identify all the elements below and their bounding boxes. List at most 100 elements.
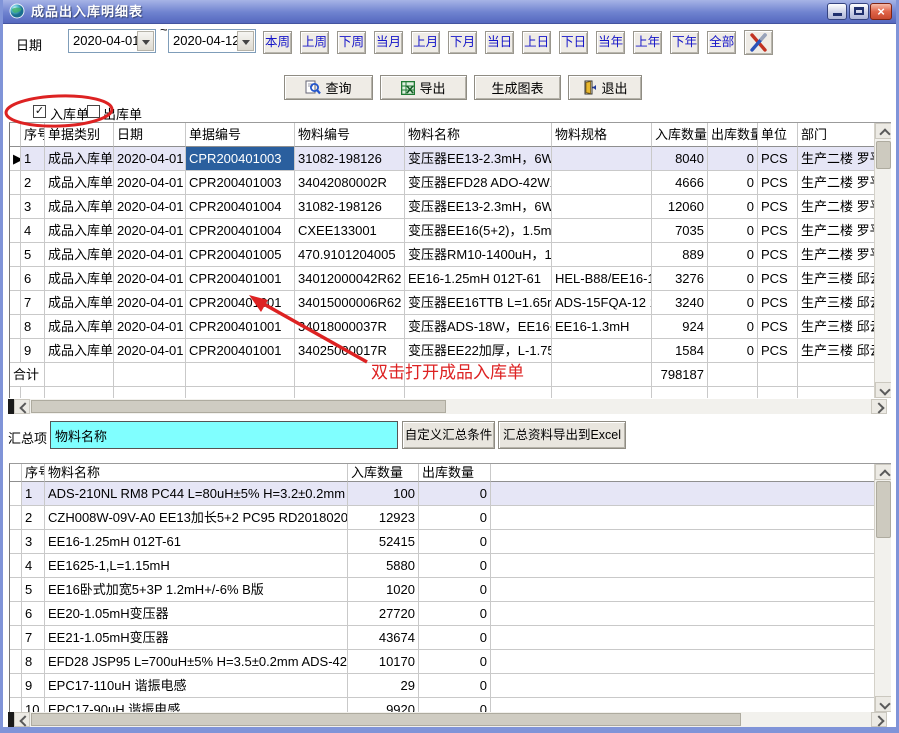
range-button[interactable]: 上日: [522, 31, 551, 54]
range-button[interactable]: 下日: [559, 31, 588, 54]
scroll-right-icon[interactable]: [871, 712, 887, 727]
range-button[interactable]: 当年: [596, 31, 625, 54]
close-button[interactable]: ×: [870, 3, 892, 20]
table-cell: 7: [21, 291, 45, 315]
scroll-left-icon[interactable]: [14, 399, 30, 414]
table-cell: [552, 171, 652, 195]
table-cell: 0: [419, 482, 491, 506]
range-button[interactable]: 下周: [337, 31, 366, 54]
table-cell: [491, 674, 875, 698]
chevron-down-icon[interactable]: [137, 31, 154, 51]
export-button[interactable]: 导出: [380, 75, 467, 100]
chevron-down-icon[interactable]: [237, 31, 254, 51]
export-button-label: 导出: [419, 78, 445, 97]
table-cell: 0: [708, 315, 758, 339]
summary-field-input[interactable]: [50, 421, 398, 449]
scrollbar-thumb[interactable]: [876, 481, 891, 538]
empty-cell: [758, 387, 798, 398]
table-row[interactable]: 9成品入库单2020-04-01CPR20040100134025000017R…: [10, 339, 875, 363]
exit-button[interactable]: 退出: [568, 75, 642, 100]
table-cell: PCS: [758, 171, 798, 195]
scrollbar-thumb[interactable]: [31, 713, 741, 726]
scroll-left-icon[interactable]: [14, 712, 30, 727]
minimize-button[interactable]: [827, 3, 847, 20]
table-header-row: 序号物料名称入库数量出库数量: [10, 464, 875, 482]
table-cell: 2020-04-01: [114, 267, 186, 291]
scroll-right-icon[interactable]: [871, 399, 887, 414]
range-button[interactable]: 下年: [670, 31, 699, 54]
table-cell: 0: [419, 674, 491, 698]
range-button[interactable]: 本周: [263, 31, 292, 54]
table-row[interactable]: 7EE21-1.05mH变压器436740: [10, 626, 875, 650]
table-cell: [491, 530, 875, 554]
table-row[interactable]: 8EFD28 JSP95 L=700uH±5% H=3.5±0.2mm ADS-…: [10, 650, 875, 674]
scrollbar-thumb[interactable]: [876, 141, 891, 169]
detail-table-horizontal-scrollbar[interactable]: [8, 399, 887, 414]
table-cell: [552, 243, 652, 267]
table-row[interactable]: 2CZH008W-09V-A0 EE13加长5+2 PC95 RD2018020…: [10, 506, 875, 530]
table-row[interactable]: 3成品入库单2020-04-01CPR20040100431082-198126…: [10, 195, 875, 219]
table-row[interactable]: 8成品入库单2020-04-01CPR20040100134018000037R…: [10, 315, 875, 339]
scroll-up-icon[interactable]: [875, 464, 891, 480]
date-from-combobox[interactable]: 2020-04-01: [68, 29, 156, 53]
range-button[interactable]: 当月: [374, 31, 403, 54]
range-button[interactable]: 当日: [485, 31, 514, 54]
range-button[interactable]: 上年: [633, 31, 662, 54]
custom-summary-button[interactable]: 自定义汇总条件: [402, 421, 495, 449]
query-button[interactable]: 查询: [284, 75, 373, 100]
table-cell: HEL-B88/EE16-12: [552, 267, 652, 291]
table-cell: 变压器EE22加厚，L-1.75m: [405, 339, 552, 363]
date-tools-button[interactable]: [744, 30, 773, 55]
table-row[interactable]: 1ADS-210NL RM8 PC44 L=80uH±5% H=3.2±0.2m…: [10, 482, 875, 506]
table-row[interactable]: 4成品入库单2020-04-01CPR200401004CXEE133001变压…: [10, 219, 875, 243]
table-row[interactable]: 7成品入库单2020-04-01CPR20040100134015000006R…: [10, 291, 875, 315]
empty-cell: [186, 387, 295, 398]
table-cell: CPR200401001: [186, 315, 295, 339]
table-cell: 0: [419, 554, 491, 578]
scroll-down-icon[interactable]: [875, 382, 891, 398]
range-button[interactable]: 下月: [448, 31, 477, 54]
detail-table-vertical-scrollbar[interactable]: [874, 123, 891, 398]
column-header: 出库数量: [419, 464, 491, 482]
table-cell: [552, 147, 652, 171]
summary-table-vertical-scrollbar[interactable]: [874, 464, 891, 712]
table-row[interactable]: 4EE1625-1,L=1.15mH58800: [10, 554, 875, 578]
table-cell: 470.9101204005: [295, 243, 405, 267]
table-cell: CPR200401004: [186, 195, 295, 219]
summary-table-horizontal-scrollbar[interactable]: [8, 712, 887, 727]
scroll-up-icon[interactable]: [875, 123, 891, 139]
date-to-combobox[interactable]: 2020-04-12: [168, 29, 256, 53]
table-cell: 8: [22, 650, 45, 674]
table-row[interactable]: 6成品入库单2020-04-01CPR20040100134012000042R…: [10, 267, 875, 291]
table-cell: 0: [419, 626, 491, 650]
table-row[interactable]: 2成品入库单2020-04-01CPR20040100334042080002R…: [10, 171, 875, 195]
table-row[interactable]: 5EE16卧式加宽5+3P 1.2mH+/-6% B版10200: [10, 578, 875, 602]
table-row[interactable]: 10EPC17-90uH 谐振电感99200: [10, 698, 875, 712]
range-button[interactable]: 全部: [707, 31, 736, 54]
table-cell: 0: [708, 267, 758, 291]
scrollbar-thumb[interactable]: [31, 400, 446, 413]
empty-cell: [10, 387, 21, 398]
table-row[interactable]: 5成品入库单2020-04-01CPR200401005470.91012040…: [10, 243, 875, 267]
range-button[interactable]: 上周: [300, 31, 329, 54]
table-row[interactable]: ▶1成品入库单2020-04-01CPR20040100331082-19812…: [10, 147, 875, 171]
inbound-checkbox[interactable]: ✓: [33, 105, 46, 118]
outbound-checkbox[interactable]: [87, 105, 100, 118]
table-cell: 成品入库单: [45, 243, 114, 267]
scroll-down-icon[interactable]: [875, 696, 891, 712]
table-row[interactable]: 9EPC17-110uH 谐振电感290: [10, 674, 875, 698]
row-selector: [10, 339, 21, 363]
column-header: 物料名称: [45, 464, 348, 482]
summary-export-excel-button[interactable]: 汇总资料导出到Excel: [498, 421, 626, 449]
maximize-button[interactable]: [849, 3, 869, 20]
table-cell: 2020-04-01: [114, 195, 186, 219]
table-cell: 34025000017R: [295, 339, 405, 363]
row-selector: [10, 674, 22, 698]
generate-chart-button[interactable]: 生成图表: [474, 75, 561, 100]
column-header: 入库数量: [348, 464, 419, 482]
table-row[interactable]: 3EE16-1.25mH 012T-61524150: [10, 530, 875, 554]
table-cell: CPR200401005: [186, 243, 295, 267]
range-button[interactable]: 上月: [411, 31, 440, 54]
table-row[interactable]: 6EE20-1.05mH变压器277200: [10, 602, 875, 626]
chart-button-label: 生成图表: [491, 78, 543, 97]
